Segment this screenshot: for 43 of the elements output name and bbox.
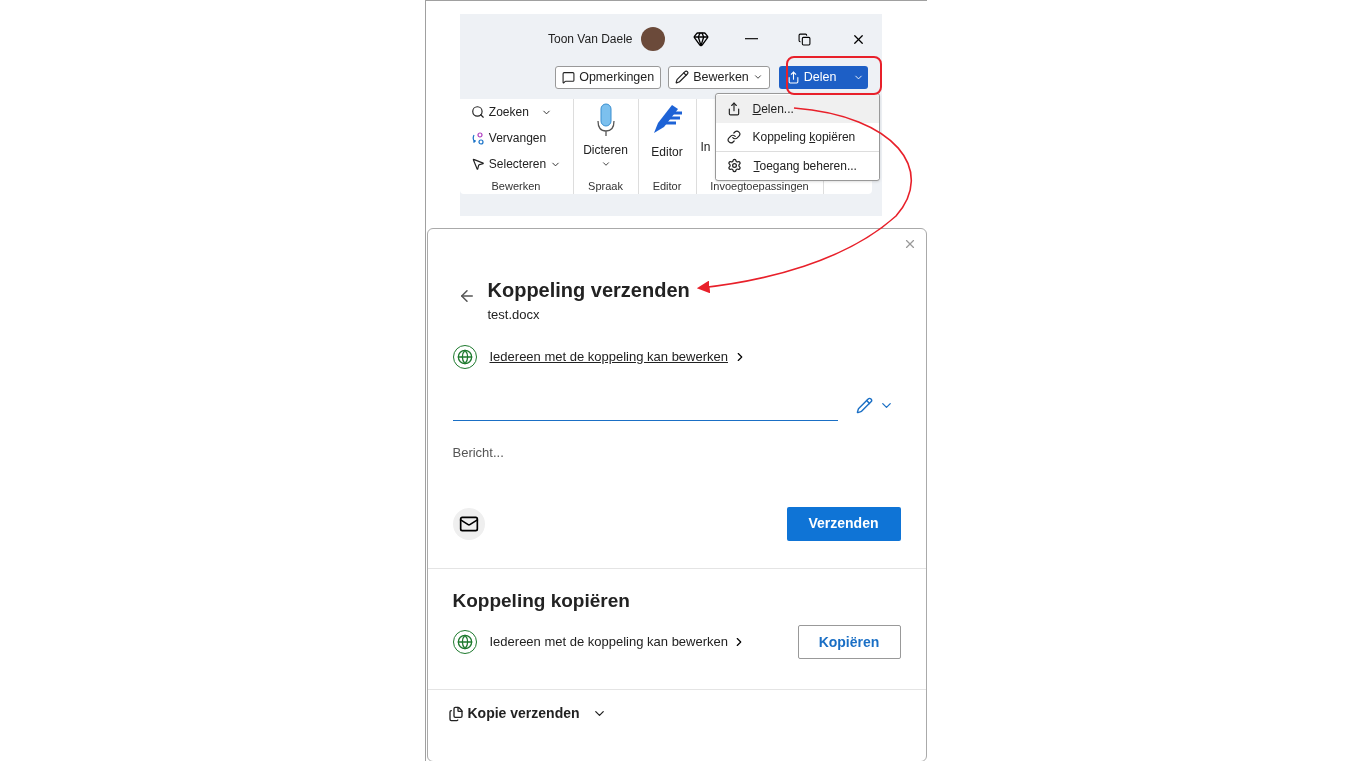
dictate-button[interactable]: Dicteren xyxy=(583,103,628,169)
link-icon xyxy=(726,130,741,144)
documents-icon xyxy=(447,705,464,722)
file-name: test.docx xyxy=(487,306,541,324)
group-label: Bewerken xyxy=(491,178,541,194)
share-button[interactable]: Delen xyxy=(778,65,868,89)
header-button[interactable]: Opmerkingen xyxy=(555,65,662,89)
avatar xyxy=(640,27,665,51)
group-label: Editor xyxy=(652,178,682,194)
menu-item[interactable]: Toegang beheren... xyxy=(715,151,879,179)
link-settings-link[interactable]: Iedereen met de koppeling kan bewerken xyxy=(489,632,728,652)
group-label: Invoegtoepassingen xyxy=(710,178,809,194)
menu-item[interactable]: Delen... xyxy=(715,95,879,123)
header-button[interactable]: Bewerken xyxy=(668,65,770,89)
section-title: Koppeling kopiëren xyxy=(452,588,631,613)
message-field[interactable]: Bericht... xyxy=(452,442,901,503)
caret-icon xyxy=(600,159,611,169)
find-button[interactable]: Zoeken xyxy=(470,103,552,121)
link-settings-link[interactable]: Iedereen met de koppeling kan bewerken xyxy=(489,346,728,367)
ribbon-label: In xyxy=(700,139,711,156)
copy-button[interactable]: Kopiëren xyxy=(797,625,901,659)
replace-button[interactable]: Vervangen xyxy=(470,129,547,147)
editor-button[interactable]: Editor xyxy=(650,103,684,161)
pencil-icon xyxy=(675,70,690,84)
group-label: Spraak xyxy=(588,178,623,194)
minimize-icon xyxy=(744,38,758,40)
pointer-icon xyxy=(470,157,485,171)
send-copy-button[interactable]: Kopie verzenden xyxy=(447,703,607,724)
mail-icon[interactable] xyxy=(452,507,485,540)
caret-icon xyxy=(752,72,763,82)
replace-icon xyxy=(470,131,485,145)
send-button[interactable]: Verzenden xyxy=(786,506,901,541)
comment-icon xyxy=(562,70,576,84)
user-name: Toon Van Daele xyxy=(548,31,633,48)
dialog-title: Koppeling verzenden xyxy=(487,278,690,303)
microphone-icon xyxy=(595,103,616,137)
menu-item[interactable]: Koppeling kopiëren xyxy=(715,123,879,151)
select-button[interactable]: Selecteren xyxy=(470,155,562,173)
diamond-icon xyxy=(692,31,709,47)
search-icon xyxy=(470,105,485,119)
pencil-icon xyxy=(855,397,873,414)
restore-icon xyxy=(797,32,811,46)
settings-icon xyxy=(726,158,742,173)
